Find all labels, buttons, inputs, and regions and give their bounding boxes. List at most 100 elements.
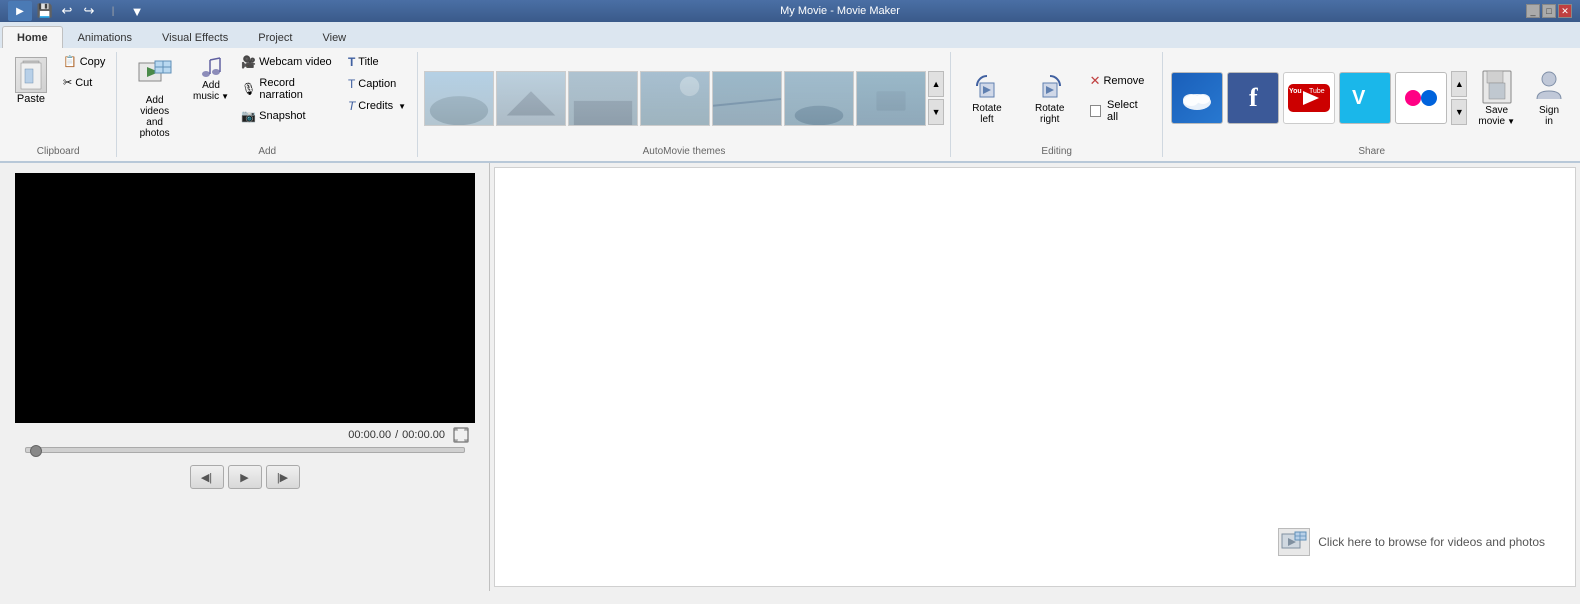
remove-label: Remove [1103,75,1144,87]
share-content: f You Tube V [1171,52,1572,144]
rotate-left-label: Rotate left [965,103,1009,125]
webcam-video-button[interactable]: 🎥 Webcam video [236,52,341,72]
time-separator: / [395,429,398,441]
vimeo-button[interactable]: V [1339,72,1391,124]
credits-dropdown-arrow: ▼ [398,102,406,111]
remove-button[interactable]: ✕ Remove [1085,70,1155,92]
customize-quick-btn[interactable]: ▼ [128,2,146,20]
theme-item-5[interactable] [712,71,782,126]
seek-thumb[interactable] [30,445,42,457]
theme-item-7[interactable] [856,71,926,126]
record-narration-button[interactable]: 🎙 Record narration [236,74,341,104]
paste-button[interactable]: Paste [6,52,56,110]
sign-in-button[interactable]: Signin [1526,65,1572,131]
themes-scroll-controls: ▲ ▼ [928,71,944,125]
maximize-button[interactable]: □ [1542,4,1556,18]
title-bar: ▶ 💾 ↩ ↪ | ▼ My Movie - Movie Maker _ □ ✕ [0,0,1580,22]
share-scroll-up[interactable]: ▲ [1451,71,1467,97]
themes-content: ▲ ▼ [424,52,944,144]
theme-item-2[interactable] [496,71,566,126]
clipboard-group-content: Paste 📋 Copy ✂ Cut [6,52,110,144]
microphone-icon: 🎙 [241,82,256,96]
clipboard-group-label: Clipboard [6,144,110,157]
title-icon: T [348,55,355,69]
seek-bar[interactable] [25,447,465,453]
add-videos-photos-label: Add videosand photos [130,95,179,139]
window-controls: _ □ ✕ [1526,4,1572,18]
save-movie-button[interactable]: Savemovie▼ [1471,65,1522,131]
onedrive-button[interactable] [1171,72,1223,124]
caption-label: Caption [358,78,396,90]
tab-visual-effects[interactable]: Visual Effects [147,26,243,48]
facebook-button[interactable]: f [1227,72,1279,124]
webcam-label: Webcam video [259,56,332,68]
tab-view[interactable]: View [307,26,361,48]
add-videos-photos-button[interactable]: Add videosand photos [123,52,186,144]
add-music-label: Addmusic▼ [193,80,229,102]
add-group: Add videosand photos Addmusic▼ [117,52,418,157]
tab-animations[interactable]: Animations [63,26,147,48]
fullscreen-icon[interactable] [453,427,469,443]
facebook-icon: f [1249,83,1258,113]
youtube-button[interactable]: You Tube [1283,72,1335,124]
close-button[interactable]: ✕ [1558,4,1572,18]
redo-quick-btn[interactable]: ↪ [80,2,98,20]
save-quick-btn[interactable]: 💾 [36,2,54,20]
snapshot-label: Snapshot [259,110,305,122]
music-icon [199,56,223,80]
add-misc-group: 🎥 Webcam video 🎙 Record narration 📷 Snap… [236,52,341,126]
copy-button[interactable]: 📋 Copy [58,52,110,71]
rotate-left-button[interactable]: Rotate left [959,67,1015,129]
select-all-checkbox [1090,105,1101,117]
clipboard-group: Paste 📋 Copy ✂ Cut Clipboard [0,52,117,157]
caption-button[interactable]: T Caption [343,74,411,94]
themes-scroll-down[interactable]: ▼ [928,99,944,125]
credits-button[interactable]: T Credits ▼ [343,96,411,116]
add-group-label: Add [123,144,411,157]
select-all-label: Select all [1107,99,1149,123]
theme-item-1[interactable] [424,71,494,126]
share-group: f You Tube V [1163,52,1580,157]
rotate-right-button[interactable]: Rotate right [1019,67,1081,129]
snapshot-button[interactable]: 📷 Snapshot [236,106,341,126]
paste-label: Paste [17,93,45,105]
rotate-right-label: Rotate right [1025,103,1075,125]
select-all-button[interactable]: Select all [1085,96,1155,126]
flickr-button[interactable] [1395,72,1447,124]
storyboard-hint[interactable]: Click here to browse for videos and phot… [1278,528,1545,556]
svg-text:You: You [1289,88,1302,95]
storyboard-panel[interactable]: Click here to browse for videos and phot… [494,167,1576,587]
themes-scroll-up[interactable]: ▲ [928,71,944,97]
main-area: 00:00.00 / 00:00.00 ◀| ▶ |▶ [0,163,1580,591]
undo-quick-btn[interactable]: ↩ [58,2,76,20]
add-music-button[interactable]: Addmusic▼ [188,52,234,106]
title-button[interactable]: T Title [343,52,411,72]
credits-icon: T [348,99,355,113]
save-movie-label: Savemovie▼ [1478,105,1515,127]
tab-project[interactable]: Project [243,26,307,48]
share-scroll-down[interactable]: ▼ [1451,99,1467,125]
play-button[interactable]: ▶ [228,465,262,489]
video-preview [15,173,475,423]
forward-button[interactable]: |▶ [266,465,300,489]
time-display: 00:00.00 / 00:00.00 [348,427,469,443]
copy-label: Copy [80,56,106,68]
cut-label: Cut [75,77,92,89]
remove-select-group: ✕ Remove Select all [1085,70,1155,126]
automovie-group-label: AutoMovie themes [424,144,944,157]
tab-home[interactable]: Home [2,26,63,48]
minimize-button[interactable]: _ [1526,4,1540,18]
theme-item-3[interactable] [568,71,638,126]
theme-item-4[interactable] [640,71,710,126]
ribbon-content: Paste 📋 Copy ✂ Cut Clipboard [0,48,1580,163]
cut-button[interactable]: ✂ Cut [58,73,110,92]
camera-icon: 📷 [241,109,256,123]
cut-icon: ✂ [63,76,72,89]
app-menu-button[interactable]: ▶ [8,1,32,21]
storyboard-hint-text[interactable]: Click here to browse for videos and phot… [1318,535,1545,549]
svg-text:Tube: Tube [1309,88,1325,95]
ribbon-tab-bar: Home Animations Visual Effects Project V… [0,22,1580,48]
automovie-group: ▲ ▼ AutoMovie themes [418,52,951,157]
theme-item-6[interactable] [784,71,854,126]
rewind-button[interactable]: ◀| [190,465,224,489]
